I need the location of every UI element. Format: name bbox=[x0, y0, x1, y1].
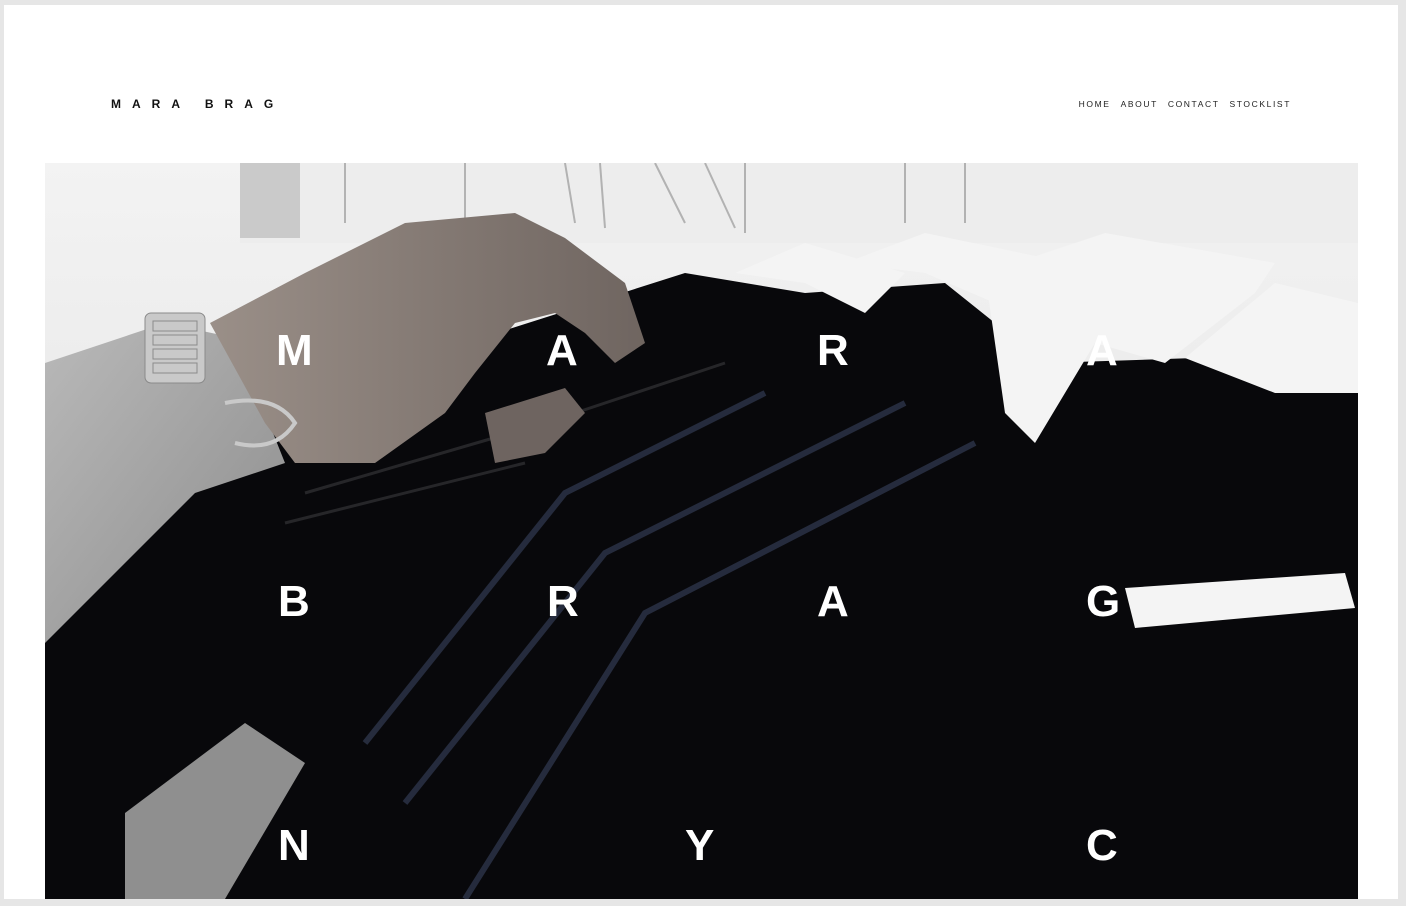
page: MARA BRAG HOME ABOUT CONTACT STOCKLIST M… bbox=[4, 5, 1398, 899]
hero-letter-a: A bbox=[1086, 326, 1118, 375]
nav-home[interactable]: HOME bbox=[1079, 99, 1111, 109]
hero-letter-a: A bbox=[817, 577, 849, 626]
hero-image: M A R A B R A G N Y C bbox=[45, 163, 1358, 899]
nav-contact[interactable]: CONTACT bbox=[1168, 99, 1220, 109]
hero-letter-g: G bbox=[1086, 577, 1121, 626]
brand-logo[interactable]: MARA BRAG bbox=[111, 97, 284, 111]
hero-letter-m: M bbox=[276, 326, 313, 375]
nav-about[interactable]: ABOUT bbox=[1121, 99, 1158, 109]
nav-stocklist[interactable]: STOCKLIST bbox=[1230, 99, 1291, 109]
hero-letter-r: R bbox=[547, 577, 579, 626]
hero-letter-b: B bbox=[278, 577, 310, 626]
hero-photo bbox=[45, 163, 1358, 899]
hero-letter-n: N bbox=[278, 821, 310, 870]
main-nav: HOME ABOUT CONTACT STOCKLIST bbox=[1079, 99, 1291, 109]
hero-letter-c: C bbox=[1086, 821, 1118, 870]
hero-letter-r: R bbox=[817, 326, 849, 375]
hero-letter-y: Y bbox=[685, 821, 715, 870]
hero-letter-a: A bbox=[546, 326, 578, 375]
